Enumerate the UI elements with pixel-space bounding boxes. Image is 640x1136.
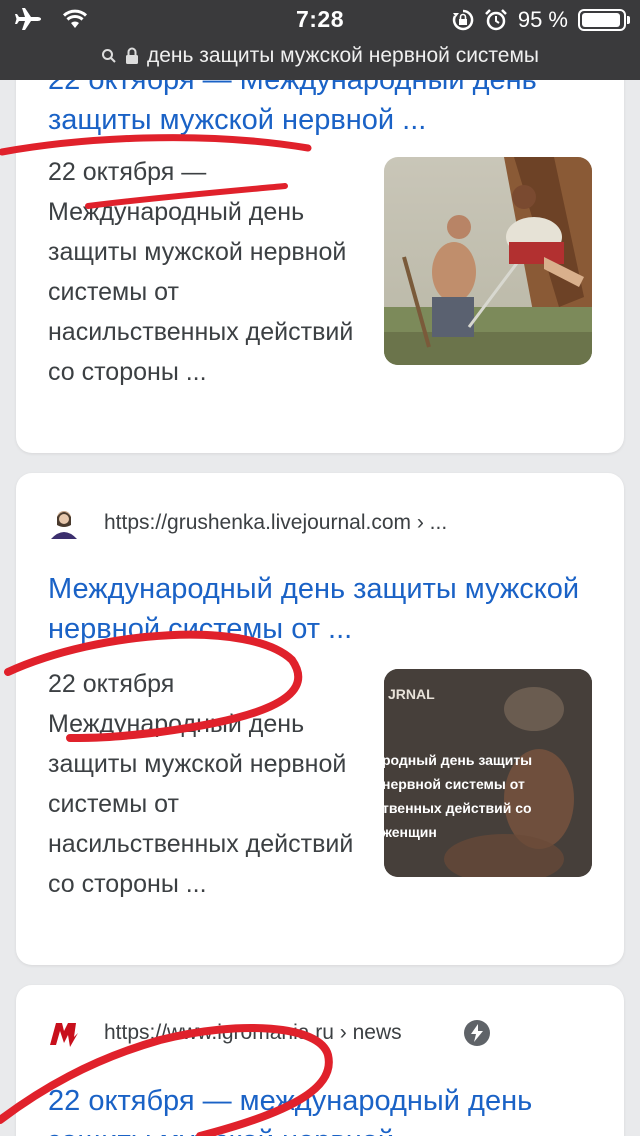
result-source[interactable]: https://grushenka.livejournal.com › ... (48, 503, 600, 543)
result-title-link[interactable]: Международный день защиты мужской нервно… (48, 569, 596, 649)
result-thumbnail[interactable] (384, 157, 592, 365)
thumb-caption-line-4: женщин (384, 824, 437, 840)
thumb-brand-text: JRNAL (388, 686, 435, 702)
igromania-logo-icon (48, 1017, 80, 1049)
alarm-icon (484, 9, 507, 31)
battery-percent: 95 % (517, 7, 568, 32)
battery-icon (578, 9, 630, 31)
result-card[interactable]: https://grushenka.livejournal.com › ... … (16, 473, 624, 965)
orientation-lock-icon (452, 9, 474, 31)
result-source[interactable]: https://www.igromania.ru › news (48, 1013, 600, 1053)
source-url: https://www.igromania.ru › news (104, 1021, 402, 1044)
amp-bolt-icon (464, 1020, 490, 1046)
results-feed: 22 октября — Международный день защиты м… (0, 0, 640, 1136)
source-url: https://grushenka.livejournal.com › ... (104, 511, 448, 534)
status-bar: 7:28 95 % день защиты мужской нервной си… (0, 0, 640, 80)
search-icon (101, 49, 116, 63)
thumb-caption-line-2: нервной системы от (384, 776, 525, 792)
user-avatar-icon (48, 507, 80, 539)
result-title-link[interactable]: 22 октября — международный день защиты м… (48, 1081, 596, 1136)
result-snippet: 22 октября — Международный день защиты м… (48, 158, 354, 386)
result-thumbnail[interactable]: JRNAL родный день защиты нервной системы… (384, 669, 592, 877)
url-bar[interactable]: день защиты мужской нервной системы (0, 40, 640, 72)
thumb-caption-line-1: родный день защиты (384, 752, 532, 768)
result-snippet: 22 октября Международный день защиты муж… (48, 670, 354, 898)
battery-level (582, 13, 620, 27)
painting-image (384, 157, 592, 365)
url-text: день защиты мужской нервной системы (146, 44, 540, 67)
thumb-caption-line-3: твенных действий со (384, 800, 532, 816)
lock-icon (125, 47, 138, 64)
article-cover-image: JRNAL родный день защиты нервной системы… (384, 669, 592, 877)
result-card[interactable]: 22 октября — Международный день защиты м… (16, 40, 624, 453)
result-card[interactable]: https://www.igromania.ru › news 22 октяб… (16, 985, 624, 1136)
